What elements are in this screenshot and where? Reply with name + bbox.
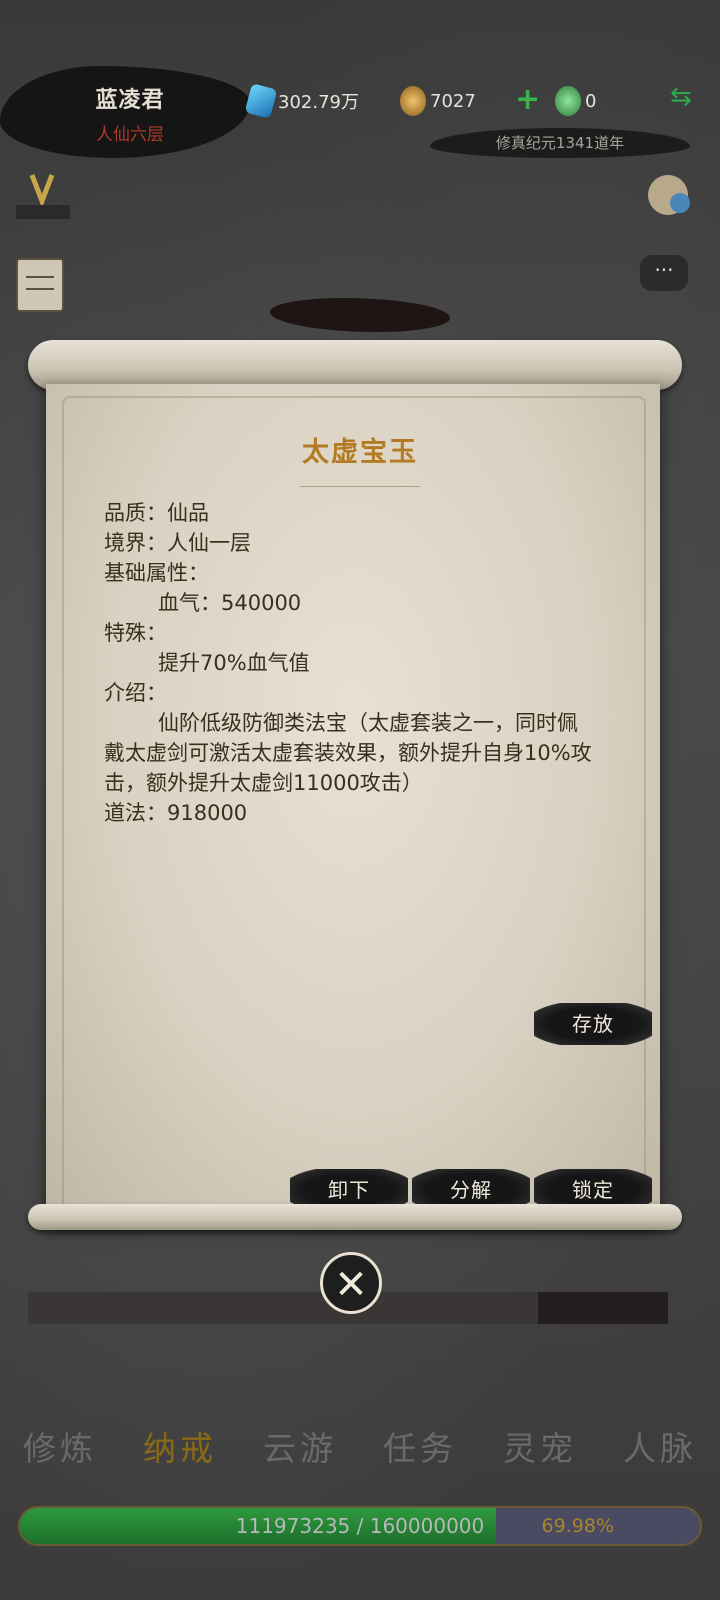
dao-label: 道法：	[104, 801, 167, 825]
jade-counter[interactable]: 0	[555, 86, 596, 116]
spirit-stone-counter[interactable]: 302.79万	[244, 83, 359, 119]
jade-icon	[555, 86, 581, 116]
scroll-top-rod	[28, 340, 682, 390]
exp-bar: 111973235 / 160000000 69.98%	[18, 1506, 702, 1546]
nav-tab-ring[interactable]: 纳戒	[120, 1424, 240, 1474]
bag-icon[interactable]	[640, 163, 696, 219]
jade-value: 0	[585, 90, 597, 112]
exp-percent: 69.98%	[541, 1515, 614, 1537]
title-divider	[300, 486, 420, 495]
special-label: 特殊：	[104, 621, 167, 645]
realm-row: 境界：人仙一层	[104, 528, 594, 558]
gold-icon	[400, 86, 426, 116]
nav-tab-network[interactable]: 人脉	[600, 1424, 720, 1474]
intro-text: 仙阶低级防御类法宝（太虚套装之一，同时佩戴太虚剑可激活太虚套装效果，额外提升自身…	[104, 711, 592, 795]
realm-label: 境界：	[104, 531, 167, 555]
bottom-nav: 修炼 纳戒 云游 任务 灵宠 人脉	[0, 1424, 720, 1474]
era-label: 修真纪元1341道年	[430, 128, 690, 158]
chat-icon[interactable]: ···	[640, 255, 688, 291]
add-currency-button[interactable]: +	[515, 82, 540, 117]
realm-value: 人仙一层	[167, 531, 251, 555]
base-attr-value: 血气：540000	[158, 591, 302, 615]
swap-icon[interactable]: ⇆	[670, 82, 692, 112]
close-button[interactable]: ✕	[320, 1252, 382, 1314]
gold-counter[interactable]: 7027	[400, 86, 476, 116]
special-value: 提升70%血气值	[158, 651, 310, 675]
dao-value: 918000	[167, 801, 248, 825]
quality-label: 品质：	[104, 501, 167, 525]
player-rank: 人仙六层	[96, 125, 164, 145]
gold-value: 7027	[430, 90, 476, 112]
quest-scroll-icon[interactable]	[16, 258, 64, 312]
base-attr-label: 基础属性：	[104, 561, 209, 585]
nav-tab-cultivate[interactable]: 修炼	[0, 1424, 120, 1474]
spirit-stone-icon	[244, 83, 278, 119]
dao-row: 道法：918000	[104, 798, 594, 828]
quality-value: 仙品	[167, 501, 209, 525]
spirit-stone-value: 302.79万	[278, 92, 359, 113]
item-title: 太虚宝玉	[302, 437, 418, 468]
nav-tab-quest[interactable]: 任务	[360, 1424, 480, 1474]
nav-tab-travel[interactable]: 云游	[240, 1424, 360, 1474]
scroll-bottom-rod	[28, 1204, 682, 1230]
store-button[interactable]: 存放	[534, 1003, 652, 1045]
quality-row: 品质：仙品	[104, 498, 594, 528]
nav-tab-pet[interactable]: 灵宠	[480, 1424, 600, 1474]
event-icon[interactable]	[14, 165, 72, 225]
player-name: 蓝凌君	[95, 88, 165, 113]
intro-label: 介绍：	[104, 681, 167, 705]
